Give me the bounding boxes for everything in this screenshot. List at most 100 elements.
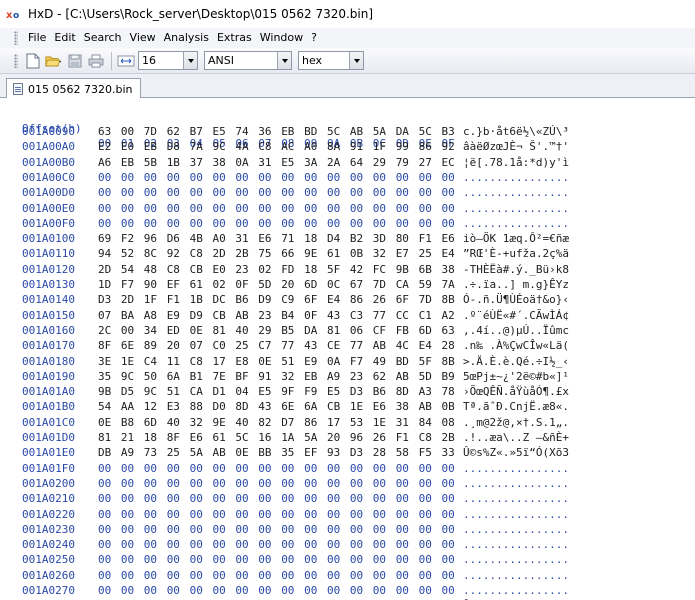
- hex-byte[interactable]: 63: [98, 124, 118, 139]
- hex-byte[interactable]: 00: [190, 507, 210, 522]
- hex-byte[interactable]: 00: [396, 476, 416, 491]
- hex-byte[interactable]: 00: [121, 522, 141, 537]
- hex-byte[interactable]: 54: [121, 262, 141, 277]
- hex-byte[interactable]: 00: [167, 461, 187, 476]
- hex-byte[interactable]: 00: [281, 568, 301, 583]
- hex-byte[interactable]: 00: [167, 201, 187, 216]
- hex-byte[interactable]: 00: [350, 201, 370, 216]
- hex-byte[interactable]: C8: [258, 139, 278, 154]
- hex-byte[interactable]: A3: [419, 384, 439, 399]
- grip-handle-icon[interactable]: [14, 31, 18, 45]
- hex-byte[interactable]: 00: [419, 583, 439, 598]
- hex-byte[interactable]: 00: [350, 537, 370, 552]
- hex-byte[interactable]: 67: [350, 277, 370, 292]
- hex-byte[interactable]: AB: [396, 369, 416, 384]
- hex-byte[interactable]: 00: [419, 185, 439, 200]
- hex-byte[interactable]: 00: [350, 507, 370, 522]
- hex-byte[interactable]: 00: [98, 201, 118, 216]
- hex-byte[interactable]: 00: [121, 537, 141, 552]
- hex-byte[interactable]: 74: [235, 124, 255, 139]
- hex-byte[interactable]: D9: [258, 292, 278, 307]
- hex-byte[interactable]: 31: [258, 155, 278, 170]
- hex-byte[interactable]: D1: [213, 384, 233, 399]
- hex-byte[interactable]: 20: [167, 338, 187, 353]
- hex-byte[interactable]: C8: [167, 262, 187, 277]
- hex-byte[interactable]: 00: [258, 507, 278, 522]
- hex-byte[interactable]: 71: [281, 231, 301, 246]
- hex-byte[interactable]: BD: [304, 124, 324, 139]
- hex-byte[interactable]: 00: [98, 507, 118, 522]
- hex-byte[interactable]: 00: [98, 537, 118, 552]
- hex-byte[interactable]: 40: [235, 323, 255, 338]
- hex-byte[interactable]: E5: [281, 155, 301, 170]
- hex-byte[interactable]: 00: [235, 170, 255, 185]
- hex-byte[interactable]: 00: [327, 522, 347, 537]
- hex-byte[interactable]: 00: [396, 522, 416, 537]
- hex-byte[interactable]: 00: [281, 507, 301, 522]
- toolbar-grip-icon[interactable]: [14, 53, 18, 68]
- hex-byte[interactable]: 8D: [235, 399, 255, 414]
- hex-byte[interactable]: 4C: [396, 338, 416, 353]
- hex-byte[interactable]: F1: [167, 292, 187, 307]
- hex-byte[interactable]: A0: [304, 139, 324, 154]
- hex-byte[interactable]: 00: [281, 216, 301, 231]
- hex-byte[interactable]: 00: [419, 461, 439, 476]
- hex-byte[interactable]: 49: [373, 354, 393, 369]
- hex-byte[interactable]: 00: [304, 170, 324, 185]
- hex-byte[interactable]: 18: [144, 430, 164, 445]
- hex-byte[interactable]: 00: [350, 552, 370, 567]
- hex-byte[interactable]: 00: [281, 170, 301, 185]
- hex-byte[interactable]: 40: [167, 415, 187, 430]
- hex-byte[interactable]: 02: [258, 262, 278, 277]
- hex-byte[interactable]: 00: [281, 552, 301, 567]
- hex-byte[interactable]: 0E: [190, 323, 210, 338]
- hex-byte[interactable]: 33: [442, 445, 462, 460]
- hex-byte[interactable]: 00: [327, 201, 347, 216]
- hex-byte[interactable]: E6: [373, 399, 393, 414]
- hex-byte[interactable]: D5: [121, 384, 141, 399]
- hex-byte[interactable]: 00: [98, 185, 118, 200]
- hex-byte[interactable]: 6D: [419, 323, 439, 338]
- hex-byte[interactable]: CA: [396, 277, 416, 292]
- hex-byte[interactable]: 94: [98, 246, 118, 261]
- hex-byte[interactable]: A6: [98, 155, 118, 170]
- hex-byte[interactable]: 77: [373, 308, 393, 323]
- hex-byte[interactable]: 07: [190, 338, 210, 353]
- hex-byte[interactable]: 00: [235, 583, 255, 598]
- hex-byte[interactable]: 9E: [304, 246, 324, 261]
- hex-byte[interactable]: 00: [235, 216, 255, 231]
- hex-byte[interactable]: 84: [419, 415, 439, 430]
- hex-byte[interactable]: 35: [281, 445, 301, 460]
- hex-byte[interactable]: 5A: [304, 430, 324, 445]
- hex-byte[interactable]: 00: [144, 537, 164, 552]
- hex-row[interactable]: 001A0120 2D 54 48 C8 CB E0 23 02 FD 18 5F 42 FC 9B 6B 38…: [0, 262, 695, 277]
- hex-byte[interactable]: 00: [304, 185, 324, 200]
- hex-byte[interactable]: B3: [442, 124, 462, 139]
- hex-byte[interactable]: 4A: [235, 139, 255, 154]
- hex-byte[interactable]: 00: [442, 537, 462, 552]
- hex-byte[interactable]: AB: [373, 338, 393, 353]
- hex-byte[interactable]: 92: [442, 139, 462, 154]
- ascii-text[interactable]: c.}b·åt6ë½\«ZÚ\³: [463, 124, 569, 139]
- hex-byte[interactable]: CB: [190, 262, 210, 277]
- hex-byte[interactable]: 06: [350, 323, 370, 338]
- hex-byte[interactable]: 00: [350, 185, 370, 200]
- hex-byte[interactable]: 00: [304, 583, 324, 598]
- hex-byte[interactable]: 00: [442, 170, 462, 185]
- title-bar[interactable]: x o HxD - [C:\Users\Rock_server\Desktop\…: [0, 0, 695, 28]
- hex-byte[interactable]: 00: [98, 491, 118, 506]
- ascii-text[interactable]: .º¨éÙË«#´.CÃwÌÁ¢: [463, 308, 569, 323]
- hex-byte[interactable]: 00: [304, 507, 324, 522]
- hex-byte[interactable]: 0E: [98, 415, 118, 430]
- hex-byte[interactable]: 25: [419, 246, 439, 261]
- hex-byte[interactable]: 7A: [190, 139, 210, 154]
- ascii-text[interactable]: ................: [463, 170, 569, 185]
- hex-byte[interactable]: D3: [350, 384, 370, 399]
- hex-editor[interactable]: Offset(h) 00 01 02 03 04 05 06 07 08 09 0A 0B 0C 0D 0E…: [0, 98, 695, 600]
- hex-byte[interactable]: 0B: [442, 399, 462, 414]
- hex-byte[interactable]: 00: [419, 170, 439, 185]
- hex-byte[interactable]: CB: [213, 308, 233, 323]
- hex-byte[interactable]: 43: [327, 308, 347, 323]
- hex-byte[interactable]: 96: [350, 430, 370, 445]
- hex-byte[interactable]: 1B: [190, 292, 210, 307]
